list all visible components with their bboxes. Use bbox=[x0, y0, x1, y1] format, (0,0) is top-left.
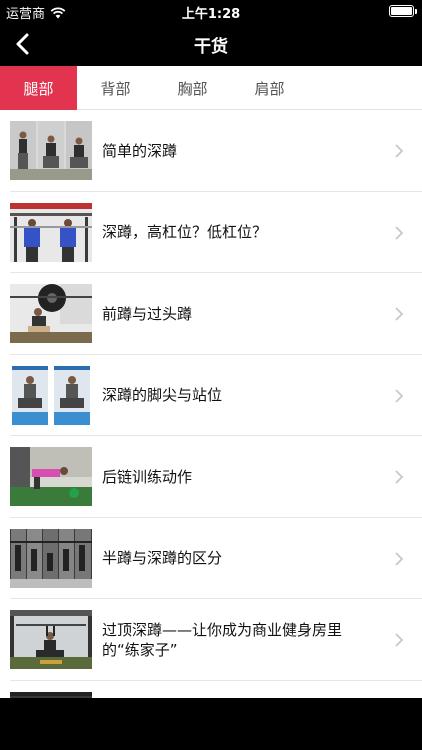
tab-legs[interactable]: 腿部 bbox=[0, 66, 77, 110]
overhead-squat-thumbnail bbox=[10, 610, 92, 669]
posterior-chain-thumbnail bbox=[10, 447, 92, 506]
front-squat-thumbnail bbox=[10, 284, 92, 343]
chevron-right-icon bbox=[395, 633, 404, 647]
page-title: 干货 bbox=[194, 37, 228, 57]
status-time: 上午1:28 bbox=[181, 7, 241, 22]
list-item[interactable]: 后链训练动作 bbox=[0, 436, 422, 518]
tab-shoulders[interactable]: 肩部 bbox=[231, 66, 308, 110]
article-list: 简单的深蹲 深蹲，高杠位？低杠位？ 前蹲与过头蹲 深蹲的脚尖与站位 后链训练动作… bbox=[0, 110, 422, 698]
half-vs-full-squat-thumbnail bbox=[10, 528, 92, 588]
list-item[interactable]: 半蹲与深蹲的区分 bbox=[0, 518, 422, 600]
list-item[interactable]: 深蹲的脚尖与站位 bbox=[0, 355, 422, 437]
list-item[interactable]: 前蹲与过头蹲 bbox=[0, 273, 422, 355]
tab-back[interactable]: 背部 bbox=[77, 66, 154, 110]
chevron-right-icon bbox=[395, 144, 404, 158]
squat-stance-thumbnail bbox=[10, 365, 92, 425]
list-item[interactable]: 深蹲，高杠位？低杠位？ bbox=[0, 192, 422, 274]
chevron-right-icon bbox=[395, 225, 404, 240]
chevron-right-icon bbox=[395, 307, 404, 321]
item-title: 前蹲与过头蹲 bbox=[102, 304, 193, 323]
item-title: 深蹲的脚尖与站位 bbox=[102, 386, 223, 405]
battery-icon bbox=[389, 5, 417, 17]
list-item[interactable]: 过顶深蹲——让你成为商业健身房里的“练家子” bbox=[0, 599, 422, 681]
chevron-right-icon bbox=[395, 388, 404, 403]
item-title: 过顶深蹲——让你成为商业健身房里的“练家子” bbox=[102, 620, 343, 659]
squat-sequence-thumbnail bbox=[10, 121, 92, 180]
list-item[interactable]: 简单的深蹲 bbox=[0, 110, 422, 192]
item-title bbox=[102, 681, 372, 699]
item-title: 后链训练动作 bbox=[102, 467, 193, 486]
navigation-bar: 干货 bbox=[0, 22, 422, 66]
chevron-right-icon bbox=[395, 551, 404, 566]
item-title: 深蹲，高杠位？低杠位？ bbox=[102, 223, 268, 242]
tab-chest[interactable]: 胸部 bbox=[154, 66, 231, 110]
status-bar: 运营商 上午1:28 bbox=[0, 0, 422, 22]
barbell-back-view-thumbnail bbox=[10, 202, 92, 262]
item-title: 简单的深蹲 bbox=[102, 141, 178, 160]
item-title: 半蹲与深蹲的区分 bbox=[102, 549, 223, 568]
chevron-right-icon bbox=[395, 470, 404, 484]
list-item[interactable] bbox=[0, 681, 422, 699]
category-tabs: 腿部 背部 胸部 肩部 bbox=[0, 66, 422, 110]
home-indicator-area bbox=[0, 698, 422, 750]
